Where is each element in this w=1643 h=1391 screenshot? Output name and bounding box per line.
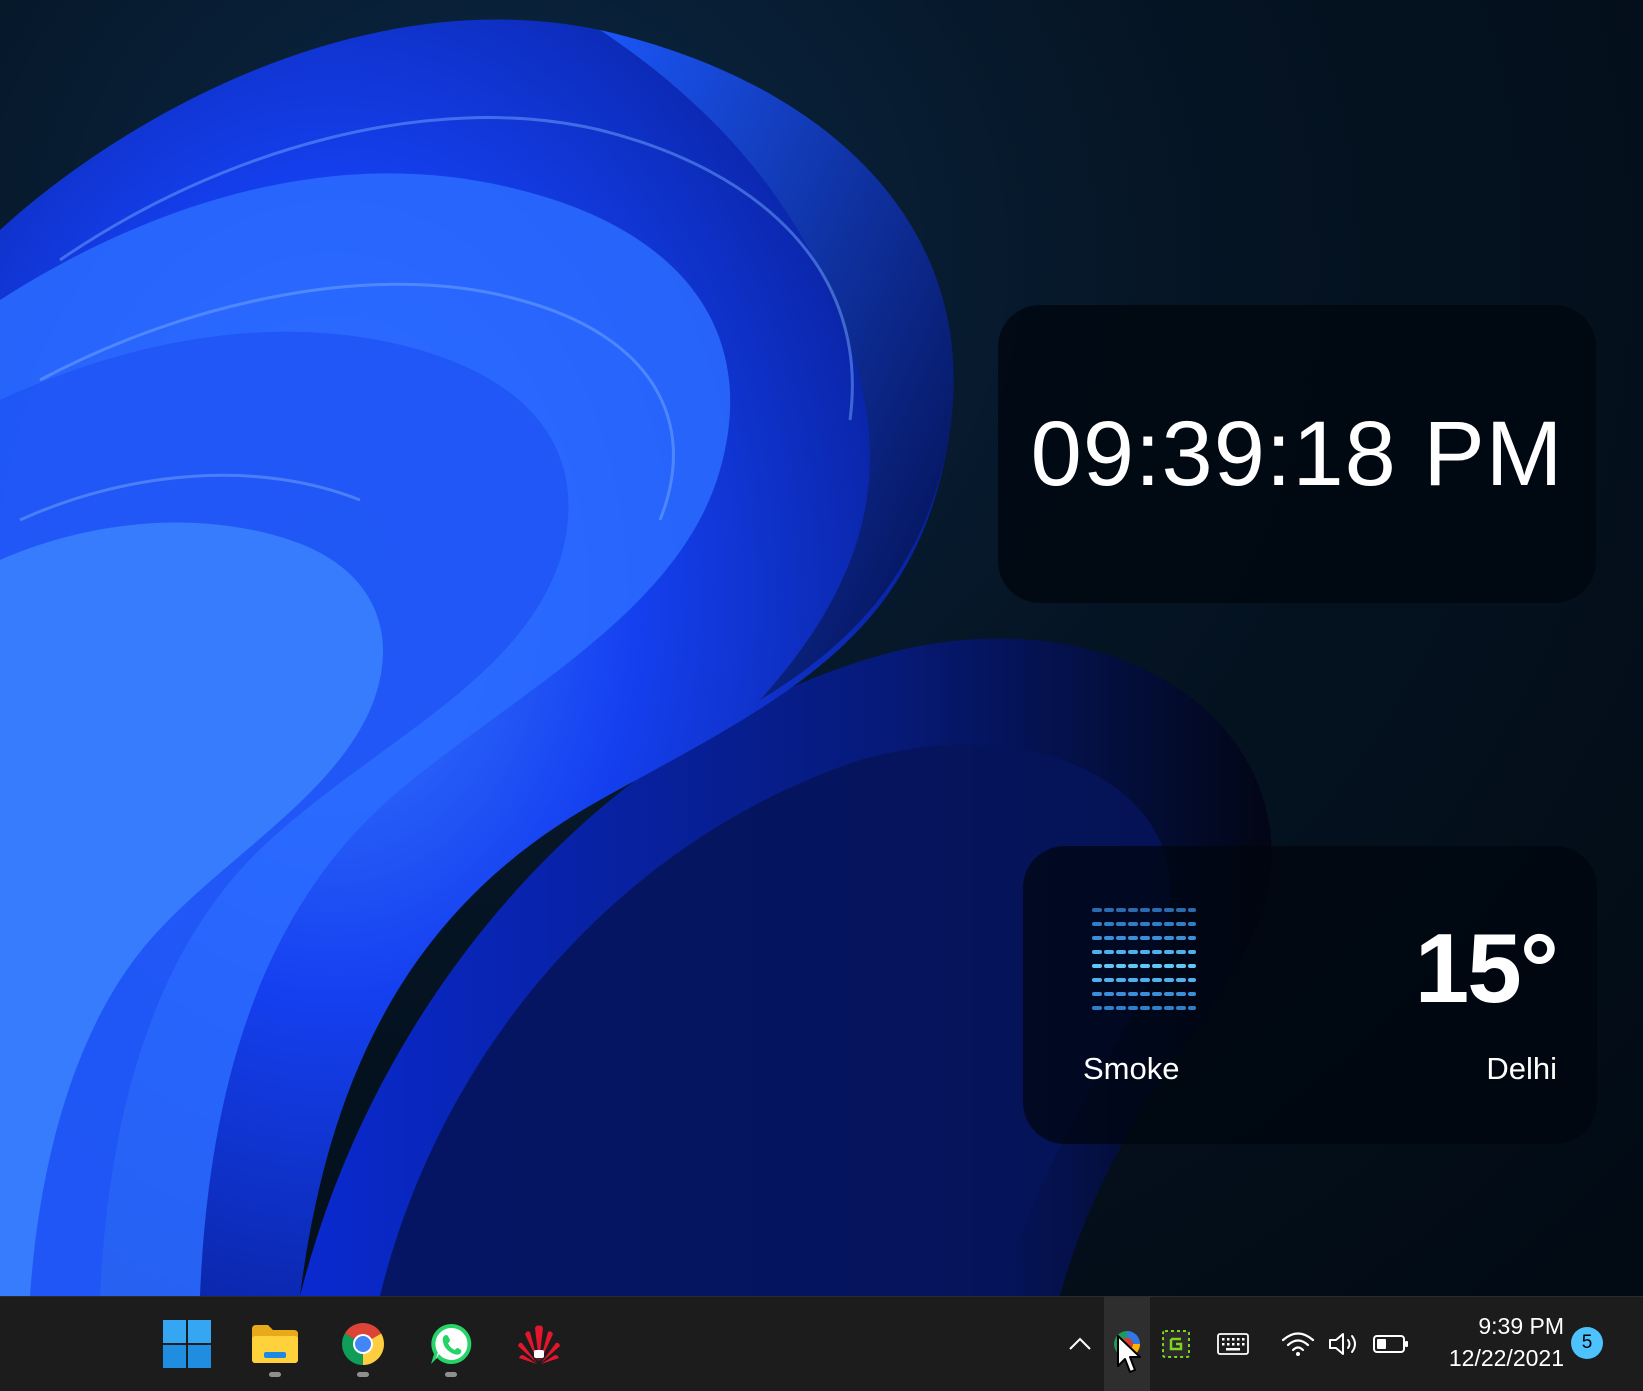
show-hidden-icons-button[interactable]	[1058, 1297, 1102, 1391]
chrome-icon	[341, 1323, 385, 1365]
greenshot-icon	[1162, 1330, 1190, 1358]
weather-condition: Smoke	[1083, 1051, 1180, 1086]
taskbar-date: 12/22/2021	[1448, 1345, 1564, 1371]
folder-icon	[252, 1325, 298, 1363]
touch-keyboard-button[interactable]	[1208, 1297, 1258, 1391]
quick-settings-button[interactable]	[1270, 1297, 1420, 1391]
battery-icon	[1373, 1335, 1408, 1353]
mouse-cursor-icon	[1117, 1335, 1141, 1373]
smoke-icon	[1092, 908, 1196, 1010]
clock-time: 09:39:18 PM	[1030, 402, 1564, 505]
running-indicator	[357, 1372, 369, 1377]
running-indicator	[445, 1372, 457, 1377]
tray-greenshot[interactable]	[1152, 1297, 1200, 1391]
taskbar-chrome[interactable]	[323, 1297, 403, 1391]
taskbar: 9:39 PM 12/22/2021	[0, 1296, 1643, 1391]
weather-temperature: 15°	[1414, 913, 1559, 1023]
running-indicator	[269, 1372, 281, 1377]
weather-city: Delhi	[1486, 1051, 1557, 1086]
volume-icon	[1329, 1333, 1356, 1355]
taskbar-clock[interactable]: 9:39 PM 12/22/2021	[1426, 1311, 1564, 1375]
wifi-icon	[1281, 1332, 1315, 1356]
notification-count-badge[interactable]: 5	[1571, 1327, 1603, 1359]
desktop: 09:39:18 PM Smoke 15° Delhi	[0, 0, 1643, 1296]
weather-widget[interactable]: Smoke 15° Delhi	[1023, 846, 1597, 1144]
windows-logo-icon	[163, 1320, 211, 1368]
huawei-icon	[518, 1325, 560, 1364]
taskbar-file-explorer[interactable]	[235, 1297, 315, 1391]
keyboard-icon	[1217, 1333, 1249, 1355]
clock-widget[interactable]: 09:39:18 PM	[998, 305, 1596, 603]
chevron-up-icon	[1069, 1337, 1091, 1350]
taskbar-whatsapp[interactable]	[411, 1297, 491, 1391]
whatsapp-icon	[431, 1323, 472, 1364]
taskbar-huawei[interactable]	[499, 1297, 579, 1391]
start-button[interactable]	[147, 1297, 227, 1391]
taskbar-time: 9:39 PM	[1478, 1313, 1564, 1339]
